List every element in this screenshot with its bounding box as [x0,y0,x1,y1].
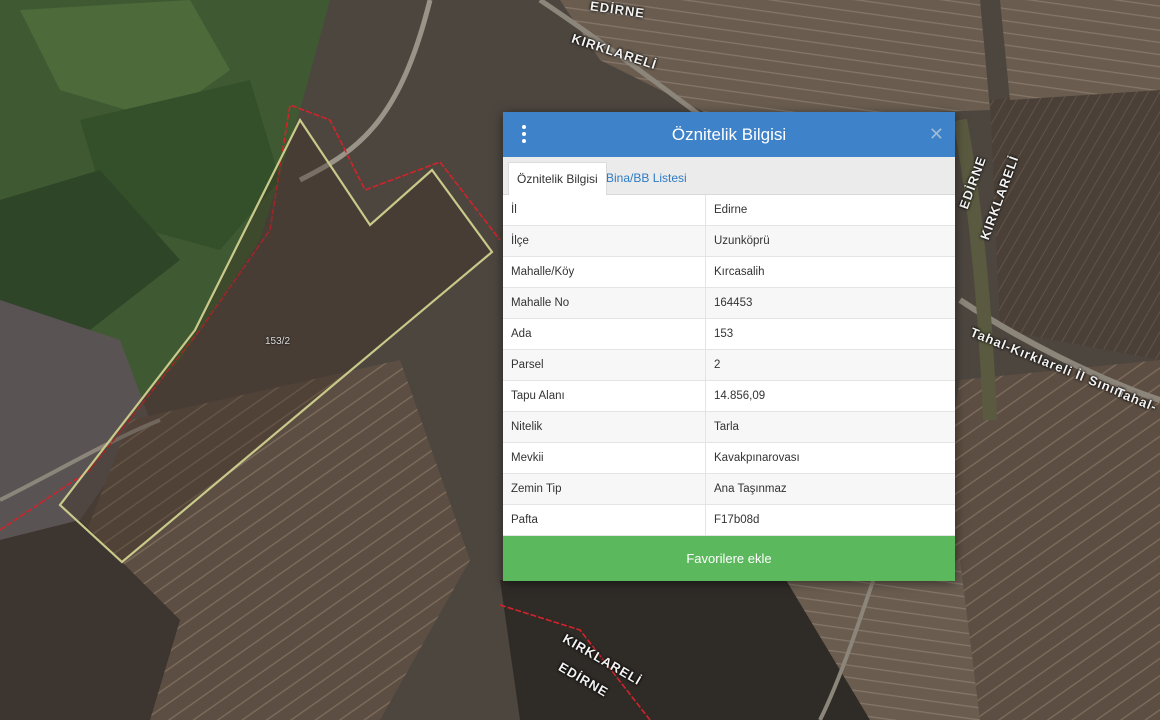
row-key: İl [503,195,706,226]
row-key: Nitelik [503,411,706,443]
table-row: Pafta F17b08d [503,504,955,536]
panel-header: Öznitelik Bilgisi ✕ [503,112,955,157]
tabs-bar: Öznitelik Bilgisi Bina/BB Listesi [503,157,955,195]
row-value: 2 [705,349,955,381]
row-key: Parsel [503,349,706,381]
row-key: Zemin Tip [503,473,706,505]
add-to-favorites-button[interactable]: Favorilere ekle [503,536,955,581]
parcel-number-label: 153/2 [265,336,291,347]
row-value: Tarla [705,411,955,443]
table-row: Ada 153 [503,318,955,350]
row-key: Pafta [503,504,706,536]
row-value: Kırcasalih [705,256,955,288]
table-row: Mahalle No 164453 [503,287,955,319]
table-row: Nitelik Tarla [503,411,955,443]
table-row: Parsel 2 [503,349,955,381]
table-row: Tapu Alanı 14.856,09 [503,380,955,412]
row-key: Mahalle/Köy [503,256,706,288]
row-value: Ana Taşınmaz [705,473,955,505]
table-row: İl Edirne [503,195,955,226]
table-row: Mevkii Kavakpınarovası [503,442,955,474]
table-row: Mahalle/Köy Kırcasalih [503,256,955,288]
row-key: İlçe [503,225,706,257]
row-value: 153 [705,318,955,350]
table-row: İlçe Uzunköprü [503,225,955,257]
row-key: Mevkii [503,442,706,474]
table-row: Zemin Tip Ana Taşınmaz [503,473,955,505]
row-key: Tapu Alanı [503,380,706,412]
attribute-table: İl Edirne İlçe Uzunköprü Mahalle/Köy Kırcas… [503,195,955,536]
row-value: Edirne [705,195,955,226]
tab-attribute-info[interactable]: Öznitelik Bilgisi [508,162,607,195]
row-key: Mahalle No [503,287,706,319]
attribute-info-panel: Öznitelik Bilgisi ✕ Öznitelik Bilgisi Bi… [503,112,955,581]
vertical-dots-icon[interactable] [519,125,529,143]
tab-building-list[interactable]: Bina/BB Listesi [598,162,695,194]
row-value: 14.856,09 [705,380,955,412]
row-value: 164453 [705,287,955,319]
row-value: Kavakpınarovası [705,442,955,474]
close-icon[interactable]: ✕ [929,123,944,145]
row-key: Ada [503,318,706,350]
row-value: F17b08d [705,504,955,536]
panel-title: Öznitelik Bilgisi [671,124,787,144]
row-value: Uzunköprü [705,225,955,257]
